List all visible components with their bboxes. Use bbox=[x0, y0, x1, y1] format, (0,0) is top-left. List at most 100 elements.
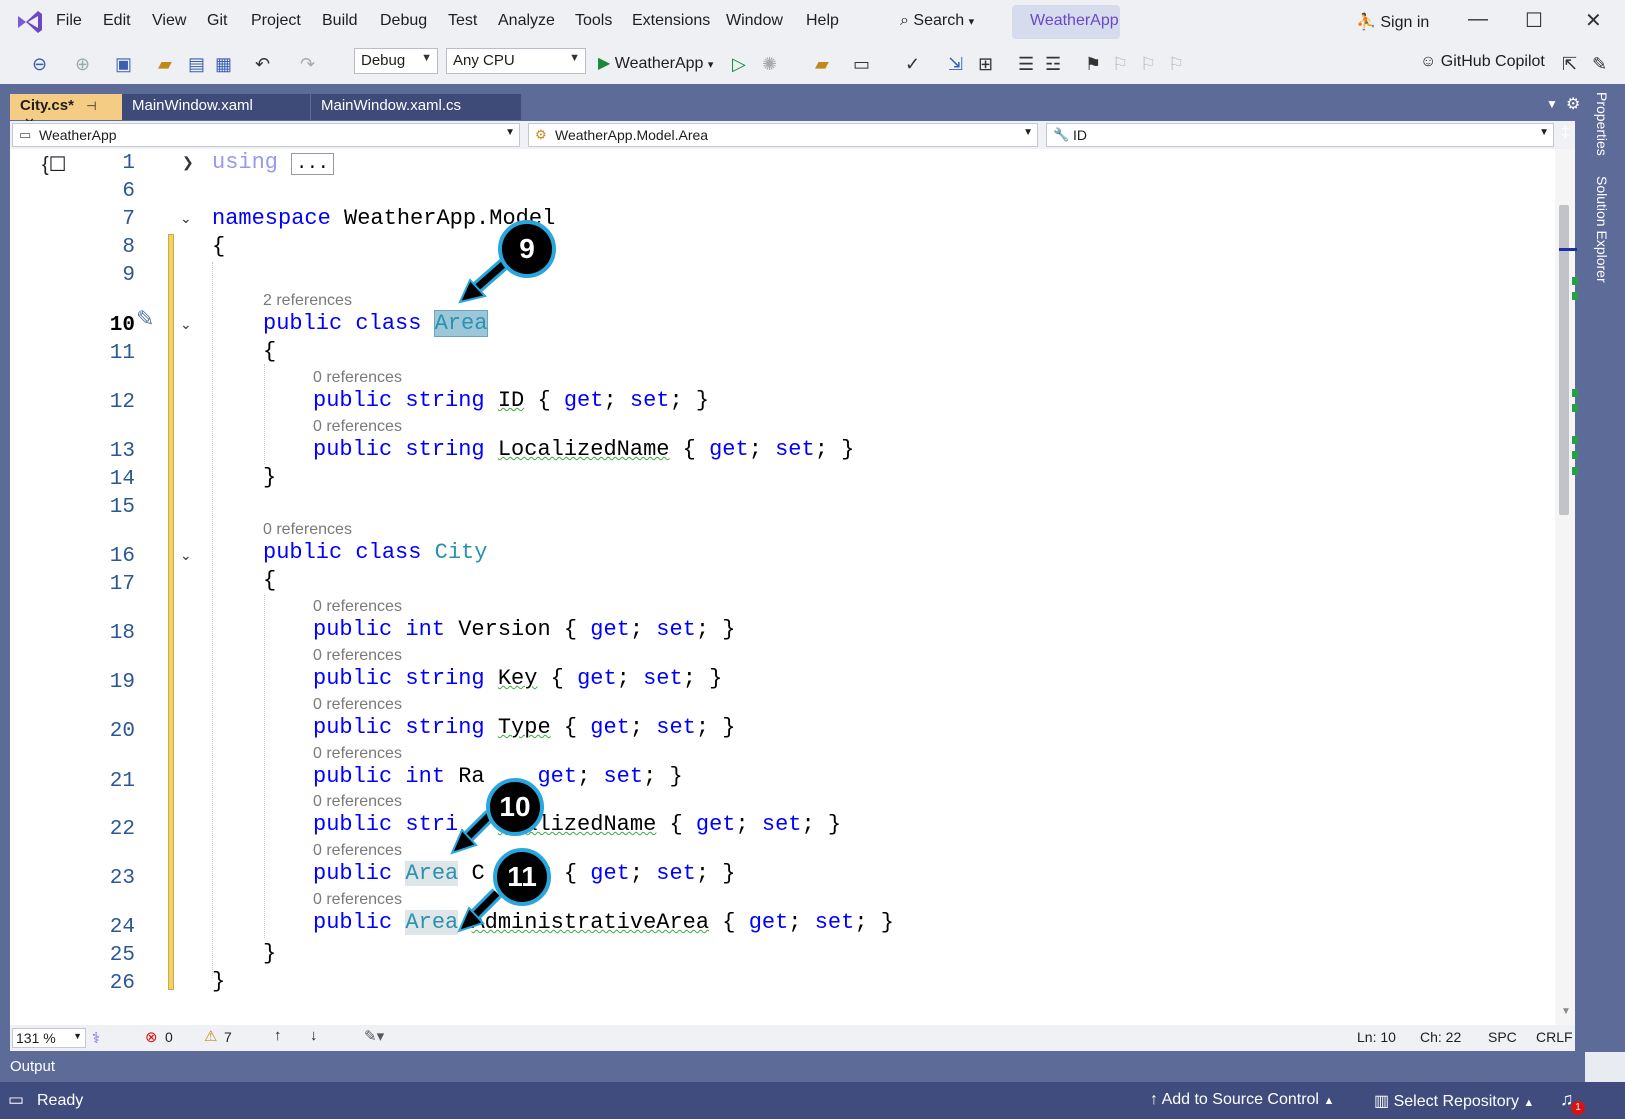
spell-check-icon[interactable]: ✓ bbox=[905, 54, 920, 75]
format-icon[interactable]: ⊞ bbox=[978, 54, 993, 75]
menu-test[interactable]: Test bbox=[448, 12, 477, 30]
codelens-references[interactable]: 0 references bbox=[313, 842, 402, 860]
project-dropdown[interactable]: ▭ WeatherApp ▼ bbox=[12, 123, 520, 147]
codelens-references[interactable]: 0 references bbox=[263, 521, 352, 539]
menu-help[interactable]: Help bbox=[806, 12, 839, 30]
feedback-icon[interactable]: ✎ bbox=[1592, 54, 1607, 75]
whitespace-indicator[interactable]: SPC bbox=[1488, 1029, 1517, 1045]
scroll-down-icon[interactable]: ▼ bbox=[1561, 1006, 1571, 1017]
menu-file[interactable]: File bbox=[56, 12, 82, 30]
previous-issue-icon[interactable]: ↑ bbox=[274, 1027, 282, 1044]
tab-overflow-icon[interactable]: ▼ bbox=[1546, 97, 1558, 111]
visual-studio-logo-icon[interactable] bbox=[14, 8, 44, 36]
maximize-button[interactable]: ☐ bbox=[1525, 8, 1543, 33]
codelens-references[interactable]: 2 references bbox=[263, 292, 352, 310]
zoom-select[interactable]: 131 % ▼ bbox=[12, 1028, 86, 1048]
error-count[interactable]: 0 bbox=[165, 1029, 173, 1045]
bookmark-clear-icon[interactable]: ⚐ bbox=[1168, 54, 1184, 75]
bookmark-next-icon[interactable]: ⚐ bbox=[1140, 54, 1156, 75]
new-project-icon[interactable]: ▣ bbox=[115, 54, 132, 75]
tab-mainwindow-xaml[interactable]: MainWindow.xaml bbox=[122, 94, 310, 120]
codelens-references[interactable]: 0 references bbox=[313, 793, 402, 811]
save-all-icon[interactable]: ▦ bbox=[215, 54, 232, 75]
line-ending-indicator[interactable]: CRLF bbox=[1536, 1029, 1573, 1045]
tab-city-cs[interactable]: City.cs* ⊣ ✕ bbox=[10, 94, 122, 130]
step-icon[interactable]: ⇲ bbox=[948, 54, 963, 75]
line-number: 20 bbox=[109, 720, 135, 743]
keyword: using bbox=[212, 150, 279, 175]
hot-reload-icon[interactable]: ✺ bbox=[762, 54, 777, 75]
platform-select[interactable]: Any CPU ▼ bbox=[446, 48, 586, 74]
codelens-references[interactable]: 0 references bbox=[313, 369, 402, 387]
collapsed-region[interactable]: ... bbox=[291, 153, 334, 175]
codelens-references[interactable]: 0 references bbox=[313, 598, 402, 616]
health-icon[interactable]: ⚕ bbox=[92, 1029, 100, 1047]
navigate-back-icon[interactable]: ⊖ bbox=[32, 54, 47, 75]
column-indicator[interactable]: Ch: 22 bbox=[1420, 1029, 1461, 1045]
sign-in-button[interactable]: ⛹ Sign in bbox=[1356, 12, 1429, 32]
pin-icon[interactable]: ⊣ bbox=[86, 99, 96, 113]
collapse-icon[interactable]: ⌄ bbox=[180, 210, 192, 227]
warning-count[interactable]: 7 bbox=[224, 1029, 232, 1045]
redo-icon[interactable]: ↷ bbox=[300, 54, 315, 75]
selected-type-name[interactable]: Area bbox=[433, 310, 489, 337]
bookmark-prev-icon[interactable]: ⚐ bbox=[1112, 54, 1128, 75]
navigate-forward-icon[interactable]: ⊕ bbox=[75, 54, 90, 75]
solution-explorer-tab[interactable]: Solution Explorer bbox=[1594, 176, 1610, 283]
output-tab[interactable]: Output bbox=[10, 1058, 55, 1075]
line-indicator[interactable]: Ln: 10 bbox=[1357, 1029, 1396, 1045]
collapse-icon[interactable]: ⌄ bbox=[180, 316, 192, 333]
share-icon[interactable]: ⇱ bbox=[1562, 54, 1577, 75]
code-cleanup-icon[interactable]: ✎▾ bbox=[364, 1027, 384, 1045]
add-to-source-control-button[interactable]: ↑ Add to Source Control ▲ bbox=[1150, 1091, 1334, 1109]
keyword: public bbox=[263, 311, 343, 336]
properties-panel-tab[interactable]: Properties bbox=[1594, 92, 1610, 156]
standard-toolbar bbox=[0, 44, 1625, 85]
quick-actions-icon[interactable]: ✎ bbox=[136, 306, 154, 332]
tab-mainwindow-xaml-cs[interactable]: MainWindow.xaml.cs bbox=[311, 94, 521, 120]
menu-git[interactable]: Git bbox=[207, 12, 227, 30]
codelens-references[interactable]: 0 references bbox=[313, 696, 402, 714]
codelens-references[interactable]: 0 references bbox=[313, 418, 402, 436]
error-icon[interactable]: ⊗ bbox=[145, 1028, 158, 1046]
split-editor-icon[interactable]: ‡ bbox=[1561, 124, 1570, 142]
warning-icon[interactable]: ⚠ bbox=[204, 1027, 217, 1045]
indent-icon[interactable]: ☰ bbox=[1018, 54, 1034, 75]
menu-extensions[interactable]: Extensions bbox=[632, 12, 710, 30]
github-copilot-button[interactable]: ☺ GitHub Copilot bbox=[1420, 53, 1545, 71]
select-repository-button[interactable]: ▥ Select Repository ▲ bbox=[1374, 1091, 1534, 1111]
solution-explorer-icon[interactable]: ▰ bbox=[815, 54, 829, 75]
layout-icon[interactable]: ▭ bbox=[853, 54, 870, 75]
search-button[interactable]: ⌕ Search ▾ bbox=[900, 12, 974, 30]
start-debugging-button[interactable]: ▶ WeatherApp ▾ bbox=[598, 53, 713, 73]
next-issue-icon[interactable]: ↓ bbox=[310, 1027, 318, 1044]
minimize-button[interactable]: — bbox=[1468, 8, 1488, 31]
code-editor[interactable] bbox=[10, 149, 1555, 1025]
expand-icon[interactable]: ❯ bbox=[182, 154, 194, 171]
type-dropdown[interactable]: ⚙ WeatherApp.Model.Area ▼ bbox=[528, 123, 1038, 147]
codelens-references[interactable]: 0 references bbox=[313, 891, 402, 909]
close-button[interactable]: ✕ bbox=[1585, 8, 1602, 33]
bookmark-icon[interactable]: ⚑ bbox=[1085, 54, 1101, 75]
configuration-select[interactable]: Debug ▼ bbox=[354, 48, 438, 74]
menu-build[interactable]: Build bbox=[322, 12, 358, 30]
menu-window[interactable]: Window bbox=[726, 12, 783, 30]
menu-project[interactable]: Project bbox=[251, 12, 301, 30]
menu-tools[interactable]: Tools bbox=[575, 12, 612, 30]
codelens-references[interactable]: 0 references bbox=[313, 647, 402, 665]
menu-debug[interactable]: Debug bbox=[380, 12, 427, 30]
start-without-debugging-icon[interactable]: ▷ bbox=[732, 54, 746, 75]
gear-icon[interactable]: ⚙ bbox=[1566, 94, 1580, 114]
save-icon[interactable]: ▤ bbox=[188, 54, 205, 75]
scrollbar-thumb[interactable] bbox=[1559, 205, 1569, 515]
outdent-icon[interactable]: ☲ bbox=[1045, 54, 1061, 75]
open-folder-icon[interactable]: ▰ bbox=[158, 54, 172, 75]
member-dropdown[interactable]: 🔧 ID ▼ bbox=[1046, 123, 1554, 147]
undo-icon[interactable]: ↶ bbox=[255, 54, 270, 75]
collapse-icon[interactable]: ⌄ bbox=[180, 547, 192, 564]
menu-view[interactable]: View bbox=[152, 12, 186, 30]
code-line-prop-key: public string Key { get; set; } bbox=[313, 666, 723, 691]
menu-analyze[interactable]: Analyze bbox=[498, 12, 555, 30]
menu-edit[interactable]: Edit bbox=[103, 12, 131, 30]
codelens-references[interactable]: 0 references bbox=[313, 745, 402, 763]
